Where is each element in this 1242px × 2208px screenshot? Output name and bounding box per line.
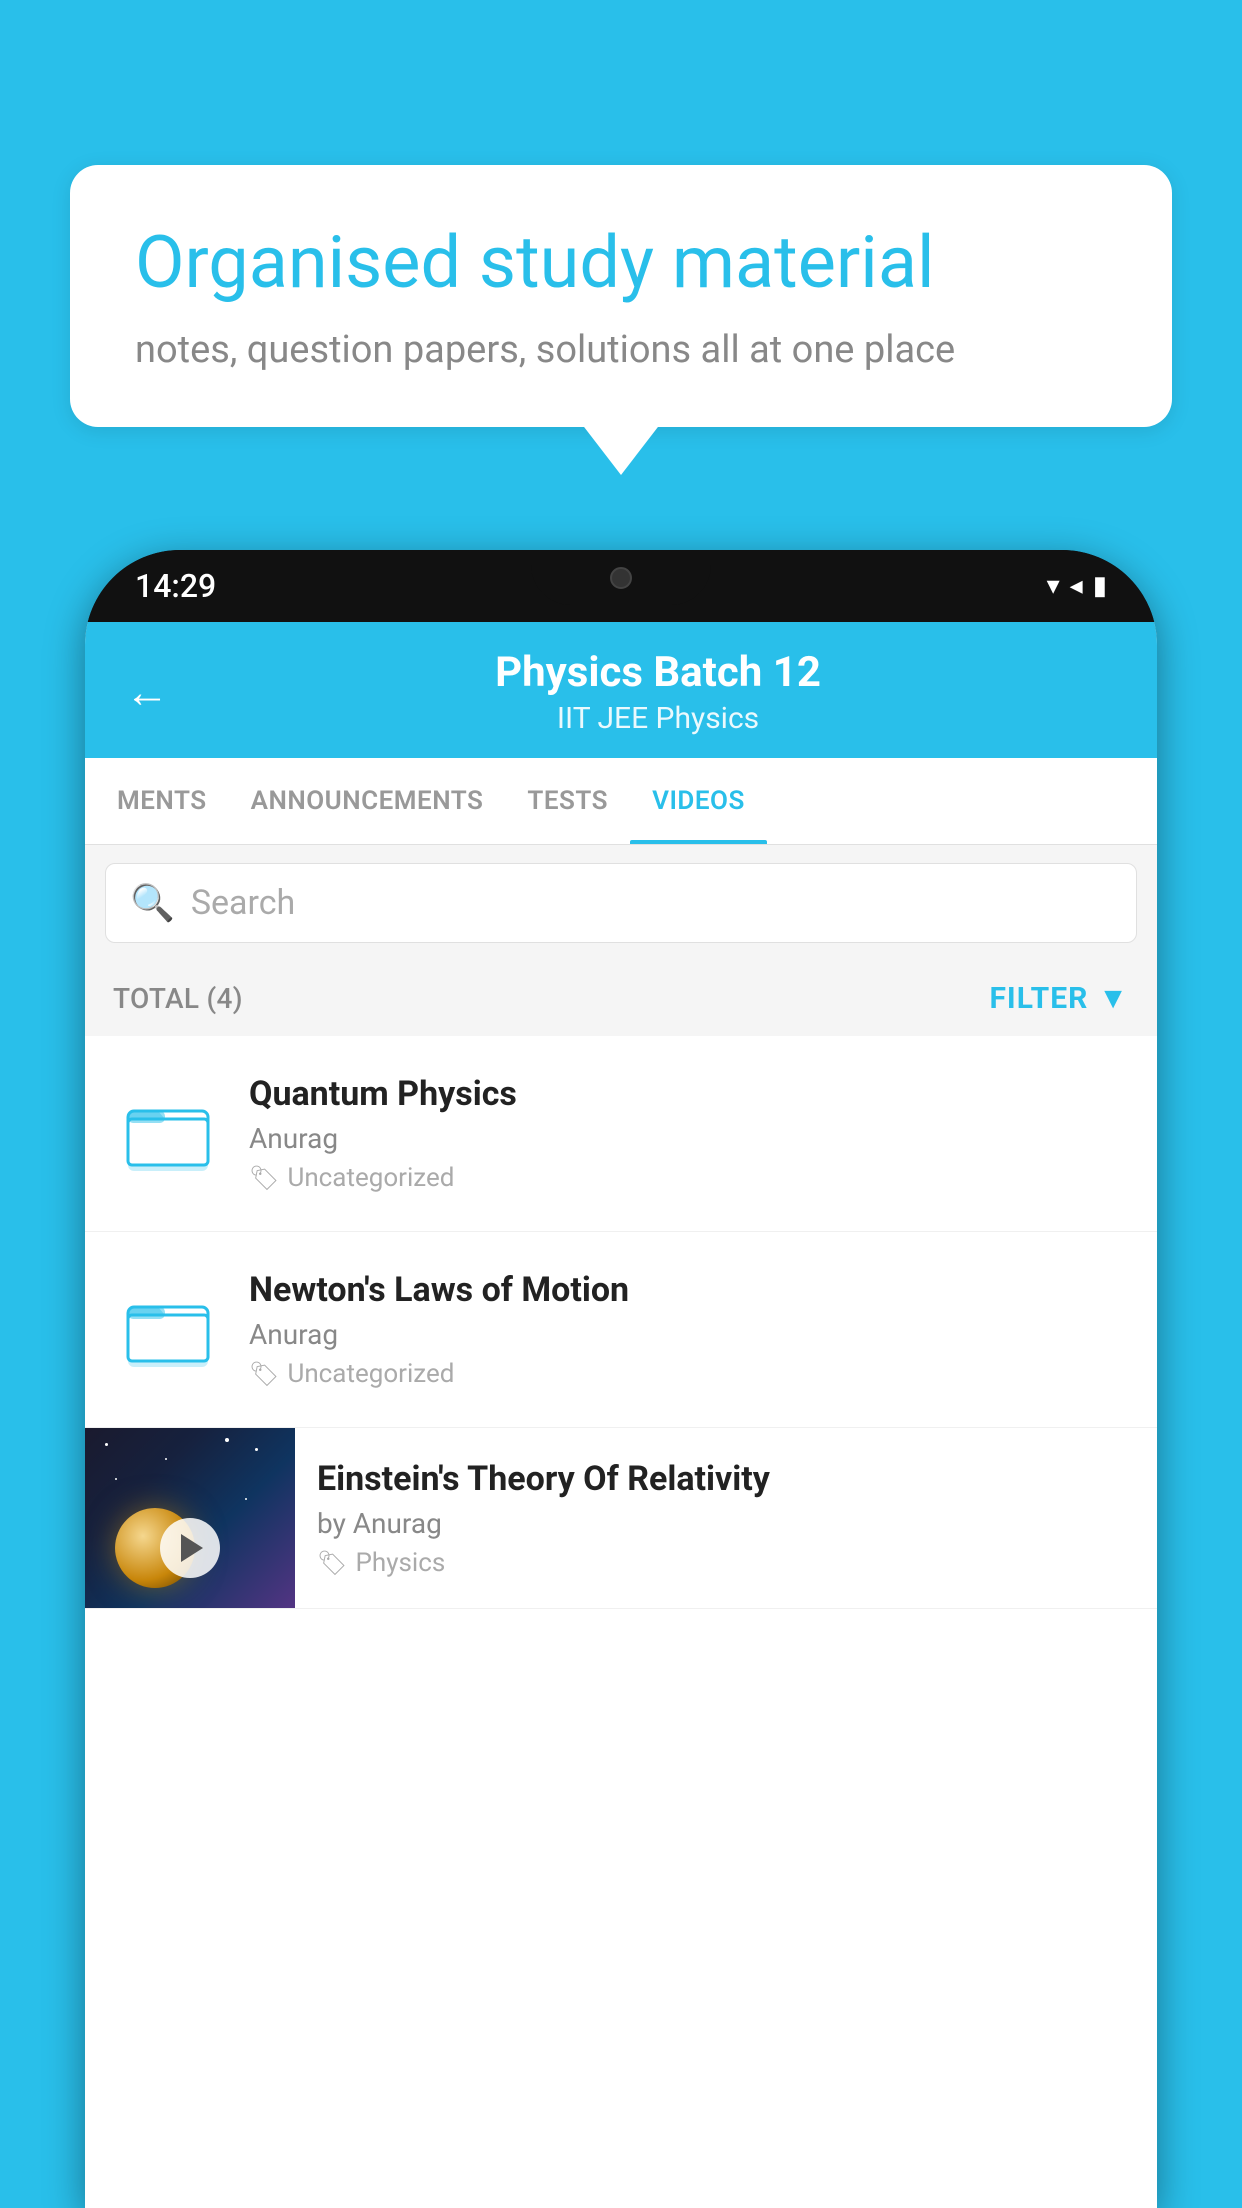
filter-label: FILTER xyxy=(989,981,1088,1016)
phone-notch xyxy=(531,550,711,605)
video-info-quantum: Quantum Physics Anurag 🏷 Uncategorized xyxy=(249,1074,1129,1193)
signal-icon: ◂ xyxy=(1070,571,1083,601)
tab-ments[interactable]: MENTS xyxy=(95,758,229,844)
video-item-newton[interactable]: Newton's Laws of Motion Anurag 🏷 Uncateg… xyxy=(85,1232,1157,1428)
video-title-einstein: Einstein's Theory Of Relativity xyxy=(317,1459,1135,1499)
video-tag-row-einstein: 🏷 Physics xyxy=(317,1548,1135,1578)
play-triangle-icon xyxy=(181,1534,203,1562)
video-item-quantum[interactable]: Quantum Physics Anurag 🏷 Uncategorized xyxy=(85,1036,1157,1232)
video-tag-row-newton: 🏷 Uncategorized xyxy=(249,1359,1129,1389)
search-bar[interactable]: 🔍 Search xyxy=(105,863,1137,943)
back-button[interactable]: ← xyxy=(125,666,169,718)
search-bar-container: 🔍 Search xyxy=(85,845,1157,961)
tabs-bar: MENTS ANNOUNCEMENTS TESTS VIDEOS xyxy=(85,758,1157,845)
header-title: Physics Batch 12 xyxy=(199,648,1117,697)
phone-top-bar: 14:29 ▾ ◂ ▮ xyxy=(85,550,1157,622)
video-tag-row-quantum: 🏷 Uncategorized xyxy=(249,1163,1129,1193)
video-tag-einstein: Physics xyxy=(355,1548,445,1578)
folder-icon-newton xyxy=(123,1285,213,1375)
video-author-newton: Anurag xyxy=(249,1318,1129,1351)
header-subtitle: IIT JEE Physics xyxy=(199,701,1117,736)
video-thumbnail-einstein xyxy=(85,1428,295,1608)
bubble-subtitle: notes, question papers, solutions all at… xyxy=(135,328,1107,372)
search-icon: 🔍 xyxy=(130,882,175,924)
total-count: TOTAL (4) xyxy=(113,982,243,1015)
app-header: ← Physics Batch 12 IIT JEE Physics xyxy=(85,622,1157,758)
filter-button[interactable]: FILTER ▼ xyxy=(989,981,1129,1016)
battery-icon: ▮ xyxy=(1093,571,1107,601)
search-placeholder: Search xyxy=(191,883,295,923)
video-tag-newton: Uncategorized xyxy=(287,1359,454,1389)
play-button[interactable] xyxy=(160,1518,220,1578)
tab-announcements[interactable]: ANNOUNCEMENTS xyxy=(229,758,506,844)
tag-icon-quantum: 🏷 xyxy=(249,1164,279,1192)
video-author-quantum: Anurag xyxy=(249,1122,1129,1155)
header-title-block: Physics Batch 12 IIT JEE Physics xyxy=(199,648,1117,736)
tag-icon-newton: 🏷 xyxy=(249,1360,279,1388)
video-tag-quantum: Uncategorized xyxy=(287,1163,454,1193)
video-title-newton: Newton's Laws of Motion xyxy=(249,1270,1129,1310)
wifi-icon: ▾ xyxy=(1047,571,1060,601)
video-item-einstein[interactable]: Einstein's Theory Of Relativity by Anura… xyxy=(85,1428,1157,1609)
tab-tests[interactable]: TESTS xyxy=(505,758,630,844)
video-author-einstein: by Anurag xyxy=(317,1507,1135,1540)
video-info-newton: Newton's Laws of Motion Anurag 🏷 Uncateg… xyxy=(249,1270,1129,1389)
phone-camera xyxy=(610,567,632,589)
tab-videos[interactable]: VIDEOS xyxy=(630,758,767,844)
video-thumb-quantum xyxy=(113,1079,223,1189)
phone-frame: 14:29 ▾ ◂ ▮ ← Physics Batch 12 IIT JEE P… xyxy=(85,550,1157,2208)
filter-funnel-icon: ▼ xyxy=(1098,981,1129,1016)
video-list: Quantum Physics Anurag 🏷 Uncategorized xyxy=(85,1036,1157,1609)
folder-icon xyxy=(123,1089,213,1179)
video-info-einstein: Einstein's Theory Of Relativity by Anura… xyxy=(295,1429,1157,1608)
tag-icon-einstein: 🏷 xyxy=(317,1549,347,1577)
phone-screen: ← Physics Batch 12 IIT JEE Physics MENTS… xyxy=(85,622,1157,2208)
speech-bubble: Organised study material notes, question… xyxy=(70,165,1172,427)
video-thumb-newton xyxy=(113,1275,223,1385)
video-title-quantum: Quantum Physics xyxy=(249,1074,1129,1114)
filter-bar: TOTAL (4) FILTER ▼ xyxy=(85,961,1157,1036)
phone-time: 14:29 xyxy=(135,567,216,605)
phone-status-icons: ▾ ◂ ▮ xyxy=(1047,571,1107,601)
bubble-title: Organised study material xyxy=(135,220,1107,306)
